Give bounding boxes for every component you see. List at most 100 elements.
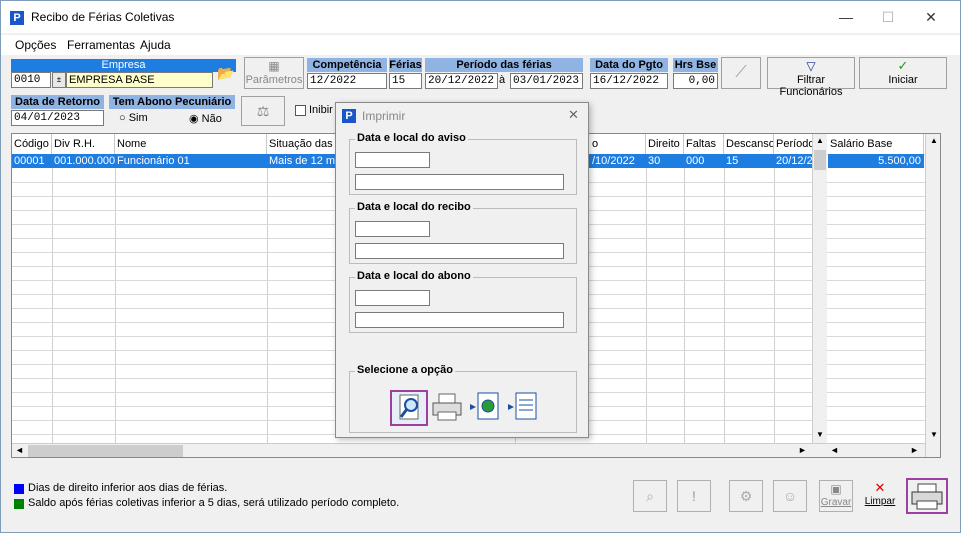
ferias-field[interactable]: 15 xyxy=(389,73,422,89)
imprimir-button[interactable] xyxy=(906,478,948,514)
legend-blue-swatch xyxy=(14,484,24,494)
horizontal-scrollbar[interactable]: ◄ ► ◄ ► xyxy=(12,443,925,457)
abono-sim-radio[interactable]: ○ Sim xyxy=(119,112,148,124)
col-divider xyxy=(52,154,53,444)
col-divider xyxy=(684,154,685,444)
maximize-button[interactable]: ☐ xyxy=(873,5,903,29)
recibo-group-title: Data e local do recibo xyxy=(355,201,473,213)
abono-date-input[interactable] xyxy=(355,290,430,306)
filtrar-label: Filtrar Funcionários xyxy=(779,74,843,98)
menu-ferramentas[interactable]: Ferramentas xyxy=(67,38,135,52)
periodo-start-field[interactable]: 20/12/2022 xyxy=(425,73,498,89)
iniciar-button[interactable]: ✓ Iniciar xyxy=(859,57,947,89)
col-divider xyxy=(774,154,775,444)
aviso-location-input[interactable] xyxy=(355,174,564,190)
opcao-group: Selecione a opção xyxy=(349,364,577,433)
parametros-button[interactable]: ▦ Parâmetros xyxy=(244,57,304,89)
menu-bar: Opções Ferramentas Ajuda xyxy=(1,35,960,55)
inibir-checkbox[interactable] xyxy=(295,105,306,116)
cell-situacao: Mais de 12 mes xyxy=(269,155,339,167)
col-header-direito[interactable]: Direito xyxy=(646,134,684,154)
export-file-button[interactable] xyxy=(506,390,542,426)
printer-icon xyxy=(911,483,943,510)
empresa-search-icon[interactable]: ± xyxy=(52,72,66,88)
user-search-icon[interactable]: ☺ xyxy=(773,480,807,512)
col-header-situacao[interactable]: Situação das Fé xyxy=(267,134,339,154)
cell-direito: 30 xyxy=(648,155,661,167)
gravar-button[interactable]: ▣ Gravar xyxy=(819,480,853,512)
limpar-button[interactable]: ✕ Limpar xyxy=(863,480,897,512)
radio-checked-icon: ◉ xyxy=(189,113,199,125)
gravar-label: Gravar xyxy=(820,497,852,508)
abono-nao-label: Não xyxy=(201,113,222,125)
minimize-button[interactable]: — xyxy=(831,5,861,29)
col-header-codigo[interactable]: Código xyxy=(12,134,52,154)
menu-opcoes[interactable]: Opções xyxy=(15,38,56,52)
alert-icon[interactable]: ! xyxy=(677,480,711,512)
periodo-end-field[interactable]: 03/01/2023 xyxy=(510,73,583,89)
data-pgto-label: Data do Pgto xyxy=(590,58,668,72)
scroll-right-icon[interactable]: ► xyxy=(910,445,919,455)
inner-vertical-scrollbar[interactable]: ▲ ▼ xyxy=(812,134,827,457)
print-button[interactable] xyxy=(430,390,466,426)
competencia-label: Competência xyxy=(307,58,387,72)
filter-icon: ▽ xyxy=(806,59,816,73)
recibo-location-input[interactable] xyxy=(355,243,564,259)
scroll-down-icon[interactable]: ▼ xyxy=(930,430,938,439)
preview-button[interactable] xyxy=(390,390,428,426)
data-retorno-field[interactable]: 04/01/2023 xyxy=(11,110,104,126)
cell-codigo: 00001 xyxy=(14,155,45,167)
legend-green-swatch xyxy=(14,499,24,509)
scroll-down-icon[interactable]: ▼ xyxy=(816,430,824,439)
radio-empty-icon: ○ xyxy=(119,112,126,124)
col-header-periodo[interactable]: Período xyxy=(774,134,814,154)
cell-div-rh: 001.000.000 xyxy=(54,155,115,167)
col-header-descanso[interactable]: Descanso xyxy=(724,134,774,154)
vertical-scrollbar[interactable]: ▲ ▼ xyxy=(925,134,940,457)
empresa-name-field[interactable]: EMPRESA BASE xyxy=(66,72,213,88)
abono-group: Data e local do abono xyxy=(349,270,577,333)
dialog-close-button[interactable]: ✕ xyxy=(568,107,579,123)
cell-descanso: 15 xyxy=(726,155,739,167)
scroll-right-icon[interactable]: ► xyxy=(798,445,807,455)
col-header-nome[interactable]: Nome xyxy=(115,134,267,154)
calc-icon[interactable]: ⚖ xyxy=(241,96,285,126)
scroll-left-icon[interactable]: ◄ xyxy=(830,445,839,455)
dialog-app-icon: P xyxy=(342,109,356,123)
col-header-salario[interactable]: Salário Base xyxy=(828,134,924,154)
cell-periodo: 20/12/2 xyxy=(776,155,813,167)
periodo-separator: à xyxy=(499,74,506,86)
col-header-div-rh[interactable]: Div R.H. xyxy=(52,134,115,154)
save-icon: ▣ xyxy=(830,482,842,496)
abono-location-input[interactable] xyxy=(355,312,564,328)
scroll-up-icon[interactable]: ▲ xyxy=(816,136,824,145)
scroll-thumb[interactable] xyxy=(814,150,826,170)
window-title: Recibo de Férias Coletivas xyxy=(31,10,175,24)
data-pgto-field[interactable]: 16/12/2022 xyxy=(590,73,668,89)
menu-ajuda[interactable]: Ajuda xyxy=(140,38,171,52)
title-bar: P Recibo de Férias Coletivas — ☐ ✕ xyxy=(1,1,960,33)
col-header-faltas[interactable]: Faltas xyxy=(684,134,724,154)
hrs-base-field[interactable]: 0,00 xyxy=(673,73,718,89)
abono-group-title: Data e local do abono xyxy=(355,270,473,282)
inibir-label: Inibir xyxy=(309,104,333,116)
tools-icon[interactable]: ⚙ xyxy=(729,480,763,512)
search-icon[interactable]: ⌕ xyxy=(633,480,667,512)
filtrar-funcionarios-button[interactable]: ▽ Filtrar Funcionários xyxy=(767,57,855,98)
open-folder-icon[interactable]: 📂 xyxy=(215,65,237,85)
competencia-field[interactable]: 12/2022 xyxy=(307,73,387,89)
legend-blue-text: Dias de direito inferior aos dias de fér… xyxy=(28,482,228,494)
recibo-date-input[interactable] xyxy=(355,221,430,237)
aviso-date-input[interactable] xyxy=(355,152,430,168)
scroll-left-icon[interactable]: ◄ xyxy=(15,445,24,455)
pen-icon[interactable]: ⟋ xyxy=(721,57,761,89)
abono-nao-radio[interactable]: ◉ Não xyxy=(189,112,222,125)
scroll-thumb[interactable] xyxy=(28,445,183,457)
col-divider xyxy=(724,154,725,444)
col-divider xyxy=(115,154,116,444)
export-web-button[interactable] xyxy=(468,390,504,426)
close-button[interactable]: ✕ xyxy=(916,5,946,29)
col-header-inicio[interactable]: o xyxy=(590,134,646,154)
scroll-up-icon[interactable]: ▲ xyxy=(930,136,938,145)
empresa-code-field[interactable]: 0010 xyxy=(11,72,51,88)
